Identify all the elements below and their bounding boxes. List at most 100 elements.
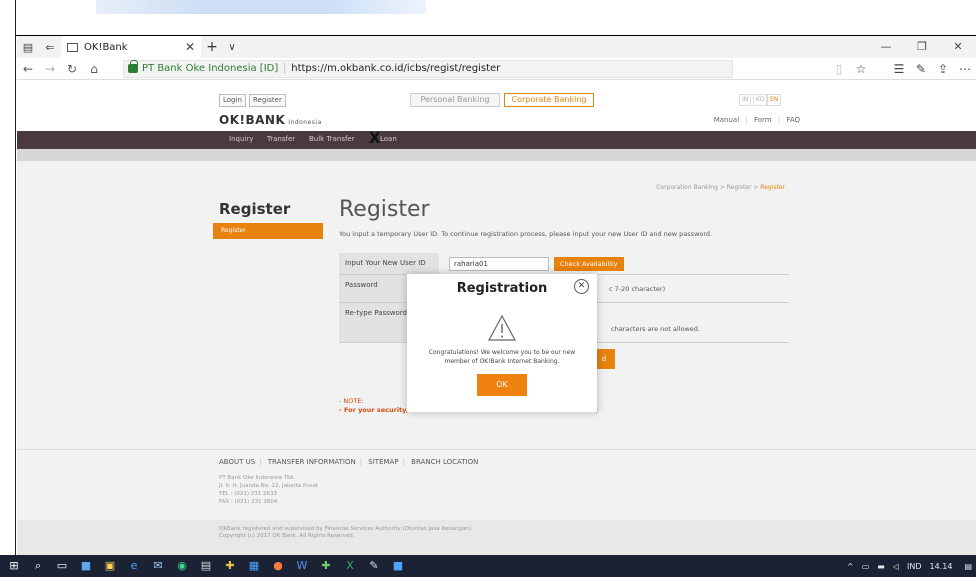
reading-view-icon[interactable]: ▯	[828, 62, 850, 76]
lang-in[interactable]: IN	[739, 94, 752, 106]
nav-bulk-transfer[interactable]: Bulk Transfer	[309, 135, 355, 143]
sidebar-title: Register	[219, 200, 291, 218]
tab-personal-banking[interactable]: Personal Banking	[410, 93, 500, 107]
tray-chevron-icon[interactable]: ^	[847, 562, 854, 571]
home-icon[interactable]: ⌂	[83, 62, 105, 76]
system-tray: ^ ▭ ▬ ◁ IND 14.14 ▤	[839, 555, 972, 577]
clock[interactable]: 14.14	[930, 562, 953, 571]
minimize-icon[interactable]: —	[868, 36, 904, 58]
user-id-input[interactable]: raharia01	[449, 257, 549, 271]
chrome-icon[interactable]: ●	[270, 558, 286, 574]
tab-corporate-banking[interactable]: Corporate Banking	[504, 93, 594, 107]
link-form[interactable]: Form	[754, 116, 772, 124]
forward-icon[interactable]: →	[39, 62, 61, 76]
link-faq[interactable]: FAQ	[786, 116, 800, 124]
warning-icon	[487, 314, 517, 341]
tray-volume-icon[interactable]: ◁	[893, 562, 899, 571]
sidebar-item-register[interactable]: Register	[213, 223, 323, 239]
footer-link-sitemap[interactable]: SITEMAP	[368, 458, 398, 466]
left-edge	[0, 0, 16, 577]
site-footer: ABOUT US | TRANSFER INFORMATION | SITEMAP |…	[17, 449, 976, 555]
windows-start-icon[interactable]: ⊞	[6, 558, 22, 574]
footer-link-transfer-info[interactable]: TRANSFER INFORMATION	[268, 458, 356, 466]
utility-links: Manual | Form | FAQ	[713, 116, 800, 124]
tab-close-icon[interactable]: ✕	[185, 40, 195, 54]
page-title: Register	[339, 197, 430, 222]
app-icon-chart[interactable]: ✚	[318, 558, 334, 574]
restore-icon[interactable]: ❐	[904, 36, 940, 58]
windows-taskbar: ⊞ ⌕ ▭ ■ ▣ e ✉ ◉ ▤ ✚ ▦ ● W ✚ X ✎ ■ ^ ▭ ▬ …	[0, 555, 976, 577]
breadcrumb: Corporation Banking > Register > Registe…	[656, 184, 785, 191]
back-icon[interactable]: ←	[17, 62, 39, 76]
password-hint: c 7-20 character)	[609, 285, 666, 293]
favorites-hub-icon[interactable]: ☰	[888, 62, 910, 76]
window-controls: — ❐ ✕	[868, 36, 976, 58]
desktop-top-area	[0, 0, 976, 36]
tab-bar: ▤ ⇐ OK!Bank ✕ + ∨ — ❐ ✕	[17, 36, 976, 58]
note-text: - For your security, d	[339, 406, 416, 414]
footer-link-branch[interactable]: BRANCH LOCATION	[411, 458, 478, 466]
regulation-text: OKBank registered and supervised by Fina…	[219, 526, 473, 532]
file-explorer-icon[interactable]: ■	[78, 558, 94, 574]
refresh-icon[interactable]: ↻	[61, 62, 83, 76]
browser-window: ▤ ⇐ OK!Bank ✕ + ∨ — ❐ ✕ ← → ↻ ⌂ PT Bank …	[17, 36, 976, 555]
dialog-message: Congratulations! We welcome you to be ou…	[428, 349, 576, 365]
form-row-user-id: Input Your New User ID raharia01 Check A…	[339, 253, 789, 275]
registration-dialog: Registration ✕ Congratulations! We welco…	[407, 274, 597, 412]
ok-button[interactable]: OK	[477, 374, 527, 396]
search-icon[interactable]: ⌕	[30, 558, 46, 574]
okbank-logo[interactable]: OK!BANK Indonesia	[219, 113, 322, 127]
page-description: You input a temporary User ID. To contin…	[339, 230, 713, 238]
word-icon[interactable]: W	[294, 558, 310, 574]
url-text[interactable]: https://m.okbank.co.id/icbs/regist/regis…	[285, 63, 500, 74]
login-button[interactable]: Login	[219, 94, 246, 107]
tray-battery-icon[interactable]: ▬	[877, 562, 885, 571]
app-icon-network[interactable]: ✚	[222, 558, 238, 574]
footer-link-about[interactable]: ABOUT US	[219, 458, 255, 466]
notifications-icon[interactable]: ▤	[964, 562, 972, 571]
nav-transfer[interactable]: Transfer	[267, 135, 295, 143]
browser-tab[interactable]: OK!Bank ✕	[61, 36, 201, 58]
dialog-close-icon[interactable]: ✕	[574, 279, 589, 294]
app-icon-vb[interactable]: ▤	[198, 558, 214, 574]
page-favicon-icon	[67, 42, 78, 52]
user-id-label: Input Your New User ID	[339, 253, 439, 274]
share-icon[interactable]: ⇪	[932, 62, 954, 76]
register-button[interactable]: Register	[249, 94, 286, 107]
app-icon-green[interactable]: ◉	[174, 558, 190, 574]
mail-icon[interactable]: ✉	[150, 558, 166, 574]
tab-list-button[interactable]: ∨	[223, 42, 241, 53]
web-note-icon[interactable]: ✎	[910, 62, 932, 76]
app-icon-active[interactable]: ■	[390, 558, 406, 574]
lang-ko[interactable]: KO	[753, 94, 768, 106]
favorite-star-icon[interactable]: ☆	[850, 62, 872, 76]
tab-preview-icon[interactable]: ▤	[17, 41, 39, 54]
nav-inquiry[interactable]: Inquiry	[229, 135, 253, 143]
app-icon-blue[interactable]: ▦	[246, 558, 262, 574]
site-identity[interactable]: PT Bank Oke Indonesia [ID]	[142, 63, 286, 74]
store-icon[interactable]: ▣	[102, 558, 118, 574]
check-availability-button[interactable]: Check Availability	[554, 257, 624, 271]
input-language[interactable]: IND	[907, 562, 922, 571]
dialog-title: Registration	[456, 281, 548, 296]
task-view-icon[interactable]: ▭	[54, 558, 70, 574]
address-bar: ← → ↻ ⌂ PT Bank Oke Indonesia [ID] https…	[17, 58, 976, 80]
lang-en[interactable]: EN	[767, 94, 782, 106]
set-aside-tabs-icon[interactable]: ⇐	[39, 41, 61, 54]
close-window-icon[interactable]: ✕	[940, 36, 976, 58]
nav-loan[interactable]: Loan	[380, 135, 397, 143]
footer-bottom: OKBank registered and supervised by Fina…	[17, 520, 976, 555]
new-tab-button[interactable]: +	[201, 39, 223, 55]
more-icon[interactable]: ⋯	[954, 62, 976, 76]
tray-network-icon[interactable]: ▭	[862, 562, 870, 571]
toolbar-right: ▯ ☆ ☰ ✎ ⇪ ⋯	[828, 62, 976, 76]
link-manual[interactable]: Manual	[714, 116, 739, 124]
main-nav: Inquiry Transfer Bulk Transfer X Loan	[17, 129, 976, 149]
lock-icon	[128, 60, 138, 73]
footer-address: PT Bank Oke Indonesia Tbk. Jl. Ir. H. Ju…	[219, 475, 319, 505]
url-field[interactable]: PT Bank Oke Indonesia [ID] https://m.okb…	[123, 59, 733, 78]
excel-icon[interactable]: X	[342, 558, 358, 574]
paint-icon[interactable]: ✎	[366, 558, 382, 574]
copyright-text: Copyright (c) 2017 OK Bank. All Rights R…	[219, 533, 355, 539]
edge-icon[interactable]: e	[126, 558, 142, 574]
